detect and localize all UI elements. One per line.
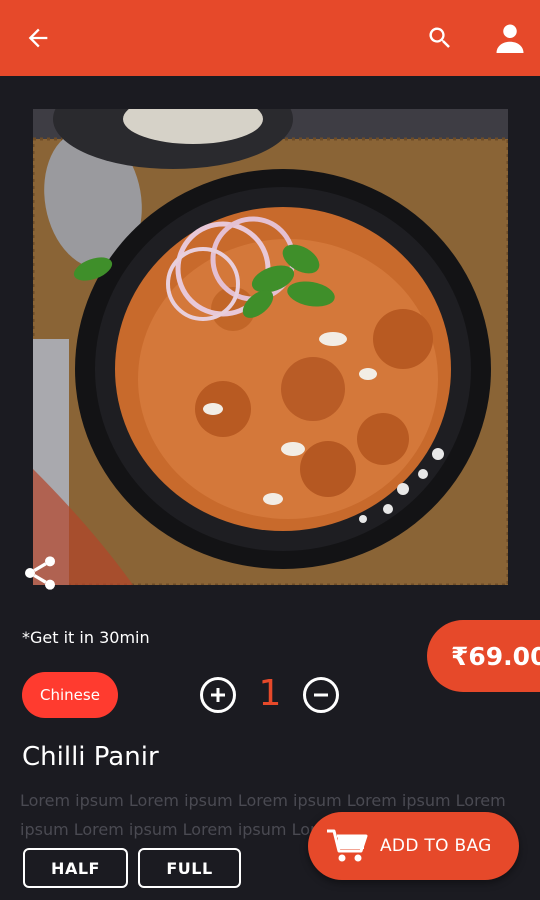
category-chip[interactable]: Chinese [22,672,118,718]
increase-quantity-button[interactable] [200,677,236,713]
price-badge: ₹69.00 [427,620,540,692]
product-title: Chilli Panir [22,742,159,772]
share-icon[interactable] [20,553,60,593]
user-icon[interactable] [488,0,532,76]
plus-icon [211,688,225,702]
add-to-bag-button[interactable]: ADD TO BAG [308,812,519,880]
delivery-note: *Get it in 30min [22,628,150,647]
minus-icon [314,693,328,697]
arrow-left-icon[interactable] [18,0,58,76]
add-to-bag-label: ADD TO BAG [380,836,492,856]
decrease-quantity-button[interactable] [303,677,339,713]
size-half-button[interactable]: HALF [23,848,128,888]
search-icon[interactable] [418,0,462,76]
product-image [33,109,508,585]
app-header [0,0,540,76]
quantity-value: 1 [258,673,282,714]
size-full-button[interactable]: FULL [138,848,241,888]
cart-icon [327,829,368,862]
